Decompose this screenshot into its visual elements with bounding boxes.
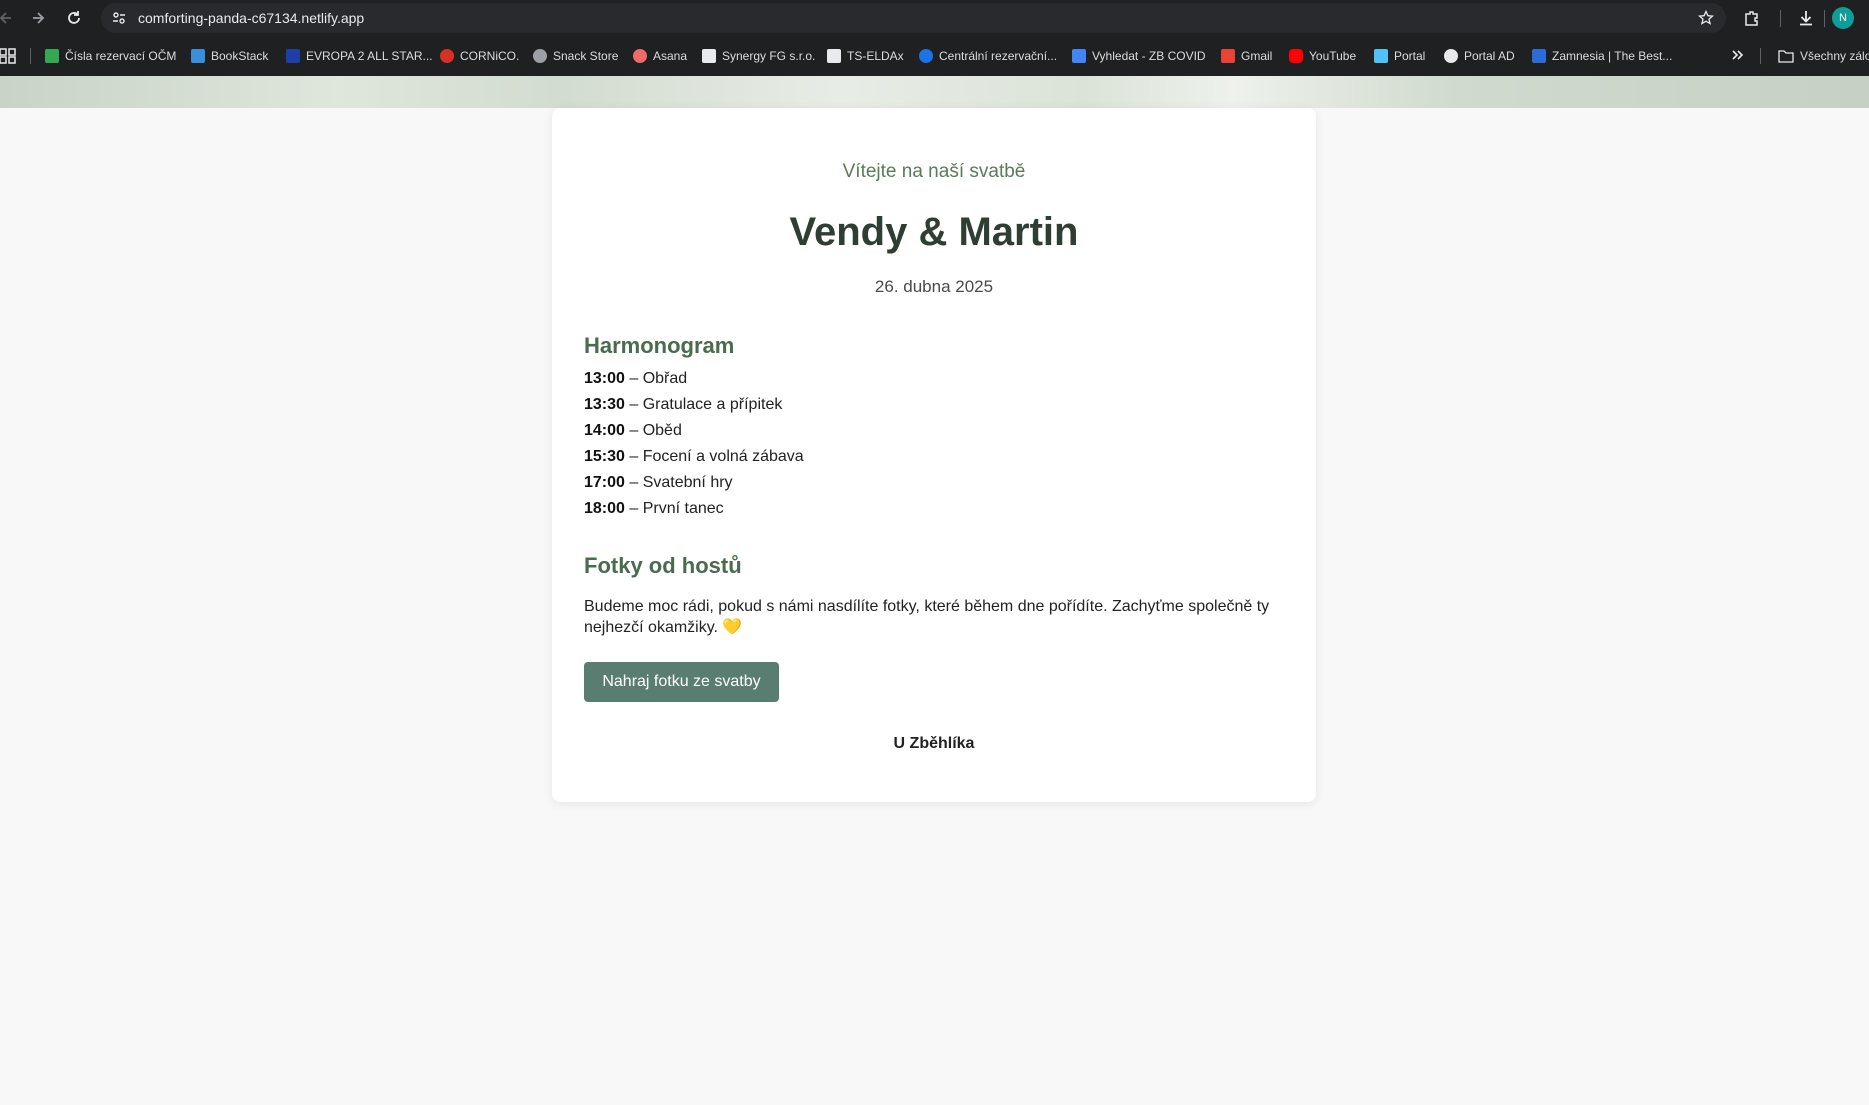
reload-icon[interactable] (62, 6, 86, 30)
bookmark-bookstack[interactable]: BookStack (191, 47, 268, 65)
back-icon[interactable] (0, 6, 18, 30)
schedule-item: 14:00 – Oběd (584, 418, 804, 444)
schedule-event: – První tanec (624, 500, 724, 517)
schedule-item: 17:00 – Svatební hry (584, 470, 804, 496)
folder-icon (1778, 49, 1794, 63)
schedule-list: 13:00 – Obřad 13:30 – Gratulace a přípit… (584, 366, 804, 522)
schedule-time: 13:30 (584, 396, 625, 413)
all-bookmarks-folder[interactable]: Všechny zálo (1778, 47, 1869, 65)
schedule-time: 17:00 (584, 474, 625, 491)
document-icon (827, 49, 841, 63)
cornico-icon (440, 49, 454, 63)
photos-description: Budeme moc rádi, pokud s námi nasdílíte … (584, 598, 1270, 636)
schedule-event: – Obřad (624, 370, 688, 387)
site-info-icon[interactable] (109, 8, 129, 28)
synergy-icon (702, 49, 716, 63)
bookmarks-divider (30, 48, 31, 64)
bookmark-vyhledat-zb-covid[interactable]: Vyhledat - ZB COVID (1072, 47, 1206, 65)
schedule-event: – Focení a volná zábava (624, 448, 804, 465)
photos-heading: Fotky od hostů (584, 553, 742, 578)
toolbar-divider (1780, 10, 1781, 27)
portal-icon (1374, 49, 1388, 63)
browser-toolbar: comforting-panda-c67134.netlify.app N (0, 0, 1869, 36)
schedule-event: – Svatební hry (624, 474, 733, 491)
schedule-item: 13:30 – Gratulace a přípitek (584, 392, 804, 418)
forward-icon[interactable] (26, 6, 50, 30)
url-text[interactable]: comforting-panda-c67134.netlify.app (138, 10, 364, 26)
schedule-heading: Harmonogram (584, 333, 735, 358)
covid-icon (1072, 49, 1086, 63)
youtube-icon (1289, 49, 1303, 63)
schedule-item: 15:30 – Focení a volná zábava (584, 444, 804, 470)
bookmarks-divider (1760, 48, 1761, 64)
bookmark-youtube[interactable]: YouTube (1289, 47, 1356, 65)
content-card: Vítejte na naší svatbě Vendy & Martin 26… (552, 108, 1316, 802)
wedding-date: 26. dubna 2025 (874, 277, 994, 296)
bookmark-asana[interactable]: Asana (633, 47, 687, 65)
globe-icon (1444, 49, 1458, 63)
reservation-icon (919, 49, 933, 63)
bookmark-centralni-rezervacni[interactable]: Centrální rezervační... (919, 47, 1057, 65)
address-bar[interactable]: comforting-panda-c67134.netlify.app (101, 3, 1726, 33)
welcome-subtitle: Vítejte na naší svatbě (842, 161, 1026, 182)
upload-photo-button[interactable]: Nahraj fotku ze svatby (584, 662, 779, 702)
more-bookmarks-chevron-icon[interactable] (1728, 45, 1748, 65)
bookmarks-bar: Čísla rezervací OČM BookStack EVROPA 2 A… (0, 36, 1869, 76)
bookmark-cornico[interactable]: CORNiCO. (440, 47, 519, 65)
bookmark-evropa2[interactable]: EVROPA 2 ALL STAR... (286, 47, 433, 65)
schedule-item: 13:00 – Obřad (584, 366, 804, 392)
bookmark-star-icon[interactable] (1696, 8, 1716, 28)
apps-grid-icon[interactable] (0, 47, 18, 65)
sheets-icon (45, 49, 59, 63)
bookmark-gmail[interactable]: Gmail (1221, 47, 1272, 65)
couple-names-title: Vendy & Martin (789, 210, 1079, 254)
bookmark-cisla-rezervaci[interactable]: Čísla rezervací OČM (45, 47, 176, 65)
bookmark-zamnesia[interactable]: Zamnesia | The Best... (1532, 47, 1672, 65)
hero-background-image (0, 76, 1869, 108)
bookmark-snack-store[interactable]: Snack Store (533, 47, 618, 65)
asana-icon (633, 49, 647, 63)
schedule-event: – Oběd (624, 422, 682, 439)
schedule-time: 14:00 (584, 422, 625, 439)
gmail-icon (1221, 49, 1235, 63)
schedule-time: 18:00 (584, 500, 625, 517)
extensions-icon[interactable] (1740, 6, 1764, 30)
bookmark-ts-eldax[interactable]: TS-ELDAx (827, 47, 904, 65)
venue-name: U Zběhlíka (893, 735, 975, 752)
profile-avatar[interactable]: N (1832, 7, 1854, 29)
download-icon[interactable] (1794, 6, 1818, 30)
zamnesia-icon (1532, 49, 1546, 63)
schedule-time: 15:30 (584, 448, 625, 465)
bookmark-synergy[interactable]: Synergy FG s.r.o. (702, 47, 815, 65)
schedule-event: – Gratulace a přípitek (624, 396, 783, 413)
evropa2-icon (286, 49, 300, 63)
schedule-item: 18:00 – První tanec (584, 496, 804, 522)
bookmark-portal[interactable]: Portal (1374, 47, 1425, 65)
schedule-time: 13:00 (584, 370, 625, 387)
bookstack-icon (191, 49, 205, 63)
bookmark-portal-ad[interactable]: Portal AD (1444, 47, 1515, 65)
snack-store-icon (533, 49, 547, 63)
toolbar-divider (1824, 10, 1825, 27)
